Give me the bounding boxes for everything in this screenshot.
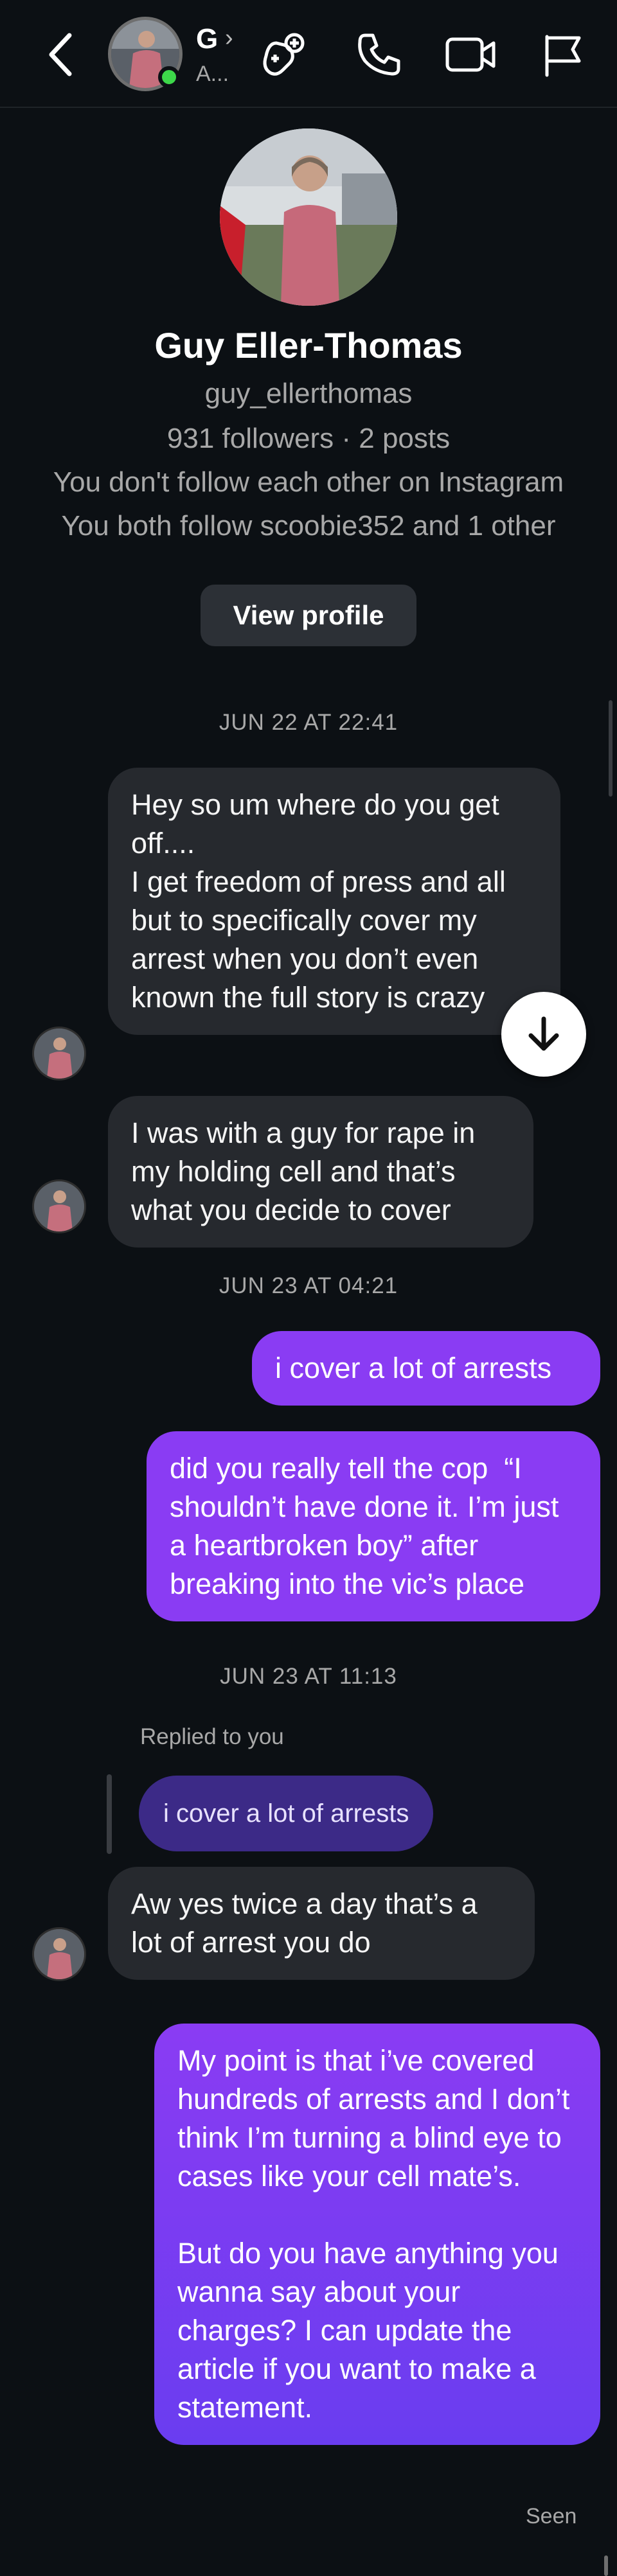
video-call-icon[interactable] (439, 26, 503, 84)
games-icon[interactable] (254, 26, 312, 84)
mutual-followers: You both follow scoobie352 and 1 other (61, 510, 556, 542)
timestamp: JUN 23 AT 11:13 (220, 1664, 397, 1689)
incoming-message[interactable]: Hey so um where do you get off.... I get… (108, 768, 560, 1035)
outgoing-message[interactable]: i cover a lot of arrests (252, 1331, 600, 1406)
arrow-down-icon (528, 1016, 559, 1051)
header-status: A... (196, 62, 229, 86)
view-profile-button[interactable]: View profile (201, 585, 416, 646)
seen-indicator: Seen (526, 2504, 577, 2528)
flag-icon[interactable] (533, 26, 591, 84)
sender-avatar[interactable] (32, 1027, 86, 1081)
scroll-indicator (604, 2555, 608, 2576)
profile-avatar[interactable] (220, 128, 397, 306)
profile-username: guy_ellerthomas (204, 378, 413, 409)
timestamp: JUN 23 AT 04:21 (219, 1273, 398, 1298)
outgoing-message[interactable]: My point is that i’ve covered hundreds o… (154, 2024, 600, 2445)
incoming-message[interactable]: I was with a guy for rape in my holding … (108, 1096, 533, 1248)
reply-quote-bubble[interactable]: i cover a lot of arrests (139, 1776, 434, 1851)
scrollbar[interactable] (609, 700, 613, 797)
scroll-to-bottom-button[interactable] (501, 992, 586, 1077)
header-name[interactable]: G (196, 23, 218, 55)
chevron-right-icon[interactable]: › (225, 24, 233, 52)
reply-indicator-bar (107, 1774, 112, 1854)
replied-to-you-label: Replied to you (140, 1724, 284, 1749)
incoming-message[interactable]: Aw yes twice a day that’s a lot of arres… (108, 1867, 535, 1980)
profile-stats: 931 followers · 2 posts (166, 423, 451, 454)
sender-avatar[interactable] (32, 1179, 86, 1233)
phone-icon[interactable] (350, 26, 408, 84)
profile-name: Guy Eller-Thomas (154, 325, 463, 366)
timestamp: JUN 22 AT 22:41 (219, 710, 398, 735)
online-status-dot (158, 66, 180, 88)
follow-status: You don't follow each other on Instagram (53, 466, 564, 498)
back-arrow-icon[interactable] (39, 29, 84, 80)
outgoing-message[interactable]: did you really tell the cop “I shouldn’t… (147, 1431, 600, 1621)
sender-avatar[interactable] (32, 1927, 86, 1981)
chat-header: G › A... (0, 0, 617, 108)
